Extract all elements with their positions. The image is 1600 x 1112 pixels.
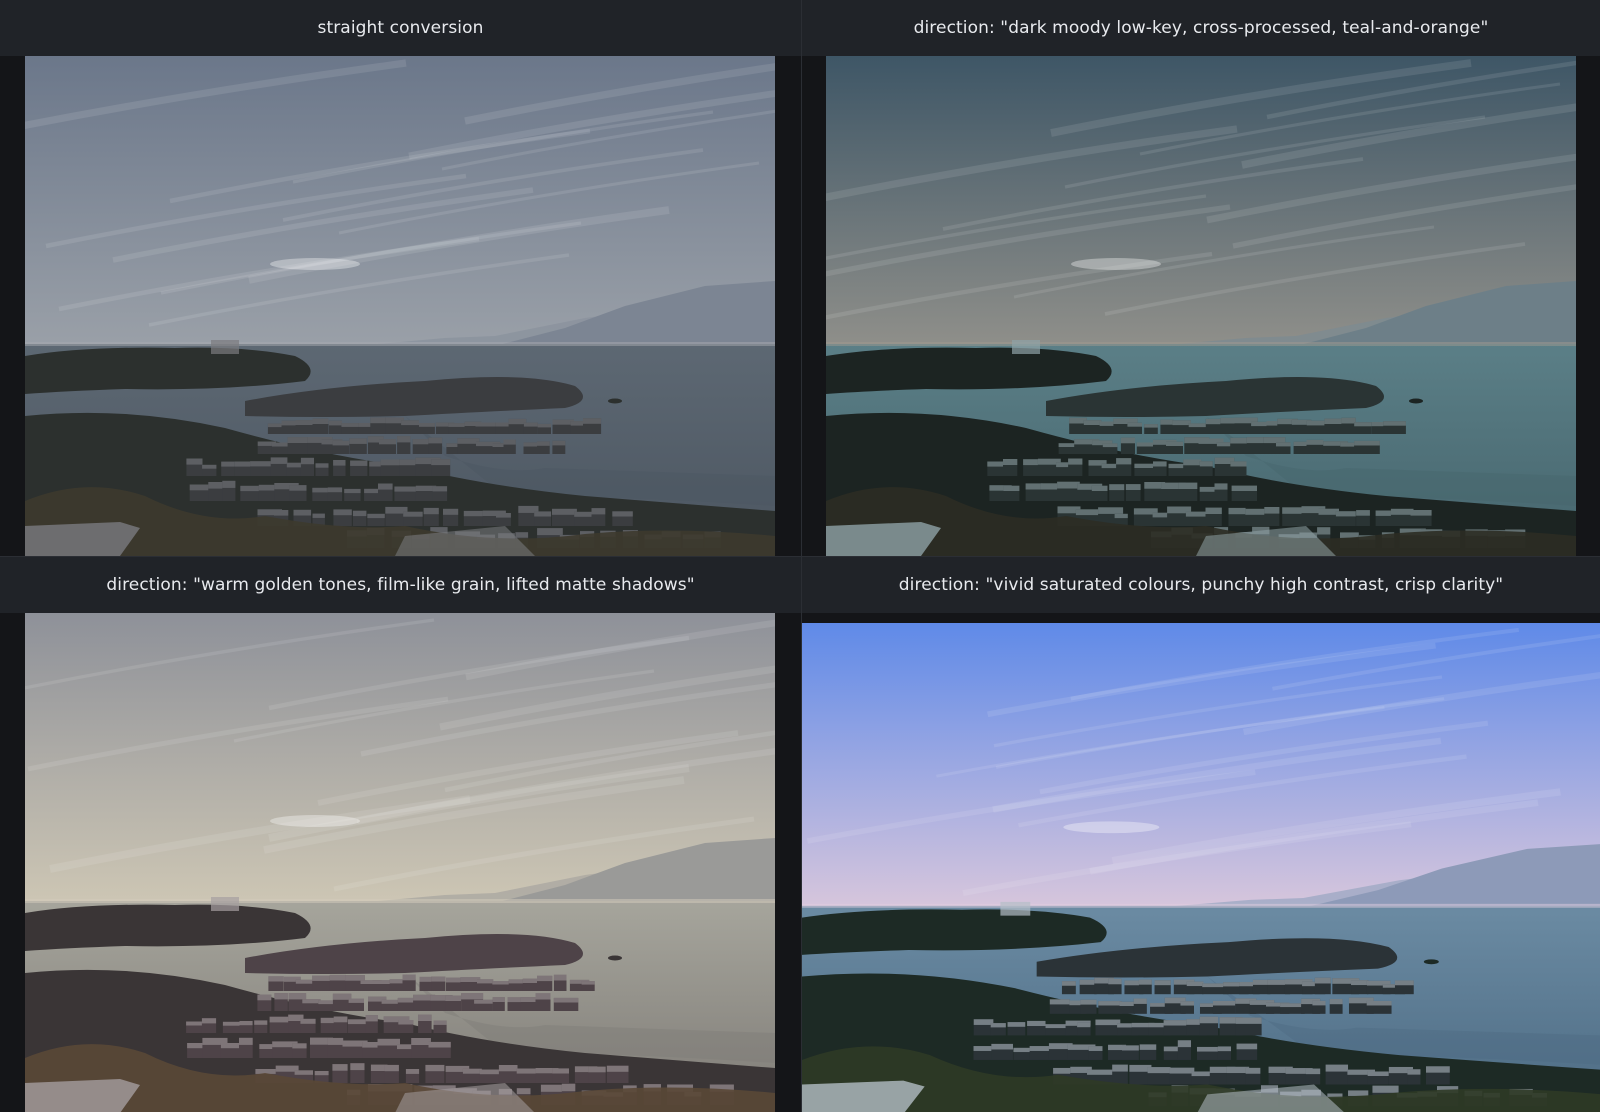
- lake-town-photo: [826, 56, 1576, 556]
- panel-title: direction: "warm golden tones, film-like…: [0, 557, 801, 613]
- comparison-grid: straight conversion direction: "dark moo…: [0, 0, 1600, 1112]
- lake-town-photo: [25, 613, 775, 1112]
- panel-dark-moody: direction: "dark moody low-key, cross-pr…: [801, 0, 1600, 556]
- panel-title: direction: "vivid saturated colours, pun…: [802, 557, 1600, 613]
- panel-straight-conversion: straight conversion: [0, 0, 801, 556]
- lake-town-photo: [25, 56, 775, 556]
- panel-title: straight conversion: [0, 0, 801, 56]
- panel-vivid-saturated: direction: "vivid saturated colours, pun…: [801, 556, 1600, 1112]
- lake-town-photo: [802, 623, 1600, 1112]
- panel-warm-golden: direction: "warm golden tones, film-like…: [0, 556, 801, 1112]
- panel-title: direction: "dark moody low-key, cross-pr…: [802, 0, 1600, 56]
